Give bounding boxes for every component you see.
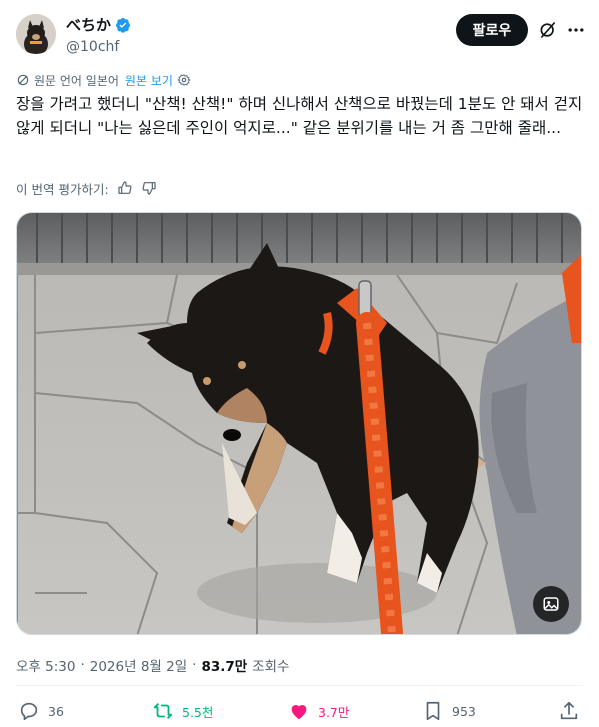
reply-count: 36 <box>48 703 64 719</box>
more-dots-icon[interactable] <box>566 20 586 40</box>
meta-separator: · <box>192 657 197 673</box>
reply-icon <box>20 702 38 721</box>
author-handle[interactable]: @10chf <box>66 39 131 55</box>
settings-gear-icon[interactable] <box>177 73 191 87</box>
image-edit-icon[interactable] <box>533 586 569 622</box>
like-count: 3.7만 <box>318 704 350 720</box>
shiba-avatar-icon[interactable] <box>16 14 56 54</box>
tweet-text: 장을 가려고 했더니 "산책! 산책!" 하며 신나해서 산책으로 바꿨는데 1… <box>16 95 583 137</box>
views-label: 조회수 <box>252 659 290 675</box>
thumbs-down-icon[interactable] <box>141 180 157 196</box>
tweet-meta: 오후 5:30 · 2026년 8월 2일 · 83.7만 조회수 <box>16 655 289 675</box>
retweet-count: 5.5천 <box>182 704 214 720</box>
shiba-photo <box>17 213 581 634</box>
divider <box>16 685 583 686</box>
grok-icon[interactable] <box>538 20 558 40</box>
meta-separator: · <box>80 657 85 673</box>
tweet-time[interactable]: 오후 5:30 <box>16 655 75 675</box>
follow-button[interactable]: 팔로우 <box>456 14 528 46</box>
views-count: 83.7만 <box>201 659 248 675</box>
view-original-link[interactable]: 원본 보기 <box>125 72 173 89</box>
translate-icon <box>17 74 29 86</box>
thumbs-up-icon[interactable] <box>117 180 133 196</box>
author-display-name[interactable]: べちか <box>66 14 131 35</box>
bookmark-count: 953 <box>452 703 476 719</box>
tweet-photo[interactable] <box>16 212 582 635</box>
reply-button[interactable]: 36 <box>18 700 64 722</box>
translation-notice: 원문 언어 일본어 원본 보기 <box>16 71 191 89</box>
rate-translation: 이 번역 평가하기: <box>16 178 157 198</box>
retweet-button[interactable]: 5.5천 <box>152 700 213 722</box>
share-button[interactable] <box>558 700 580 722</box>
verified-badge-icon <box>116 17 131 33</box>
heart-icon <box>291 705 307 720</box>
tweet-actions: 36 5.5천 3.7만 953 <box>18 700 583 724</box>
translation-notice-text: 원문 언어 일본어 <box>34 73 119 88</box>
tweet-date[interactable]: 2026년 8월 2일 <box>90 655 187 675</box>
bookmark-icon <box>426 701 440 721</box>
retweet-icon <box>153 703 173 719</box>
like-button[interactable]: 3.7만 <box>288 700 349 722</box>
bookmark-button[interactable]: 953 <box>422 700 476 722</box>
share-icon <box>560 701 578 720</box>
display-name-text[interactable]: べちか <box>66 14 111 35</box>
rate-translation-label: 이 번역 평가하기: <box>16 181 109 197</box>
tweet-header: べちか @10chf 팔로우 <box>16 12 586 56</box>
author-names: べちか @10chf <box>66 14 131 55</box>
